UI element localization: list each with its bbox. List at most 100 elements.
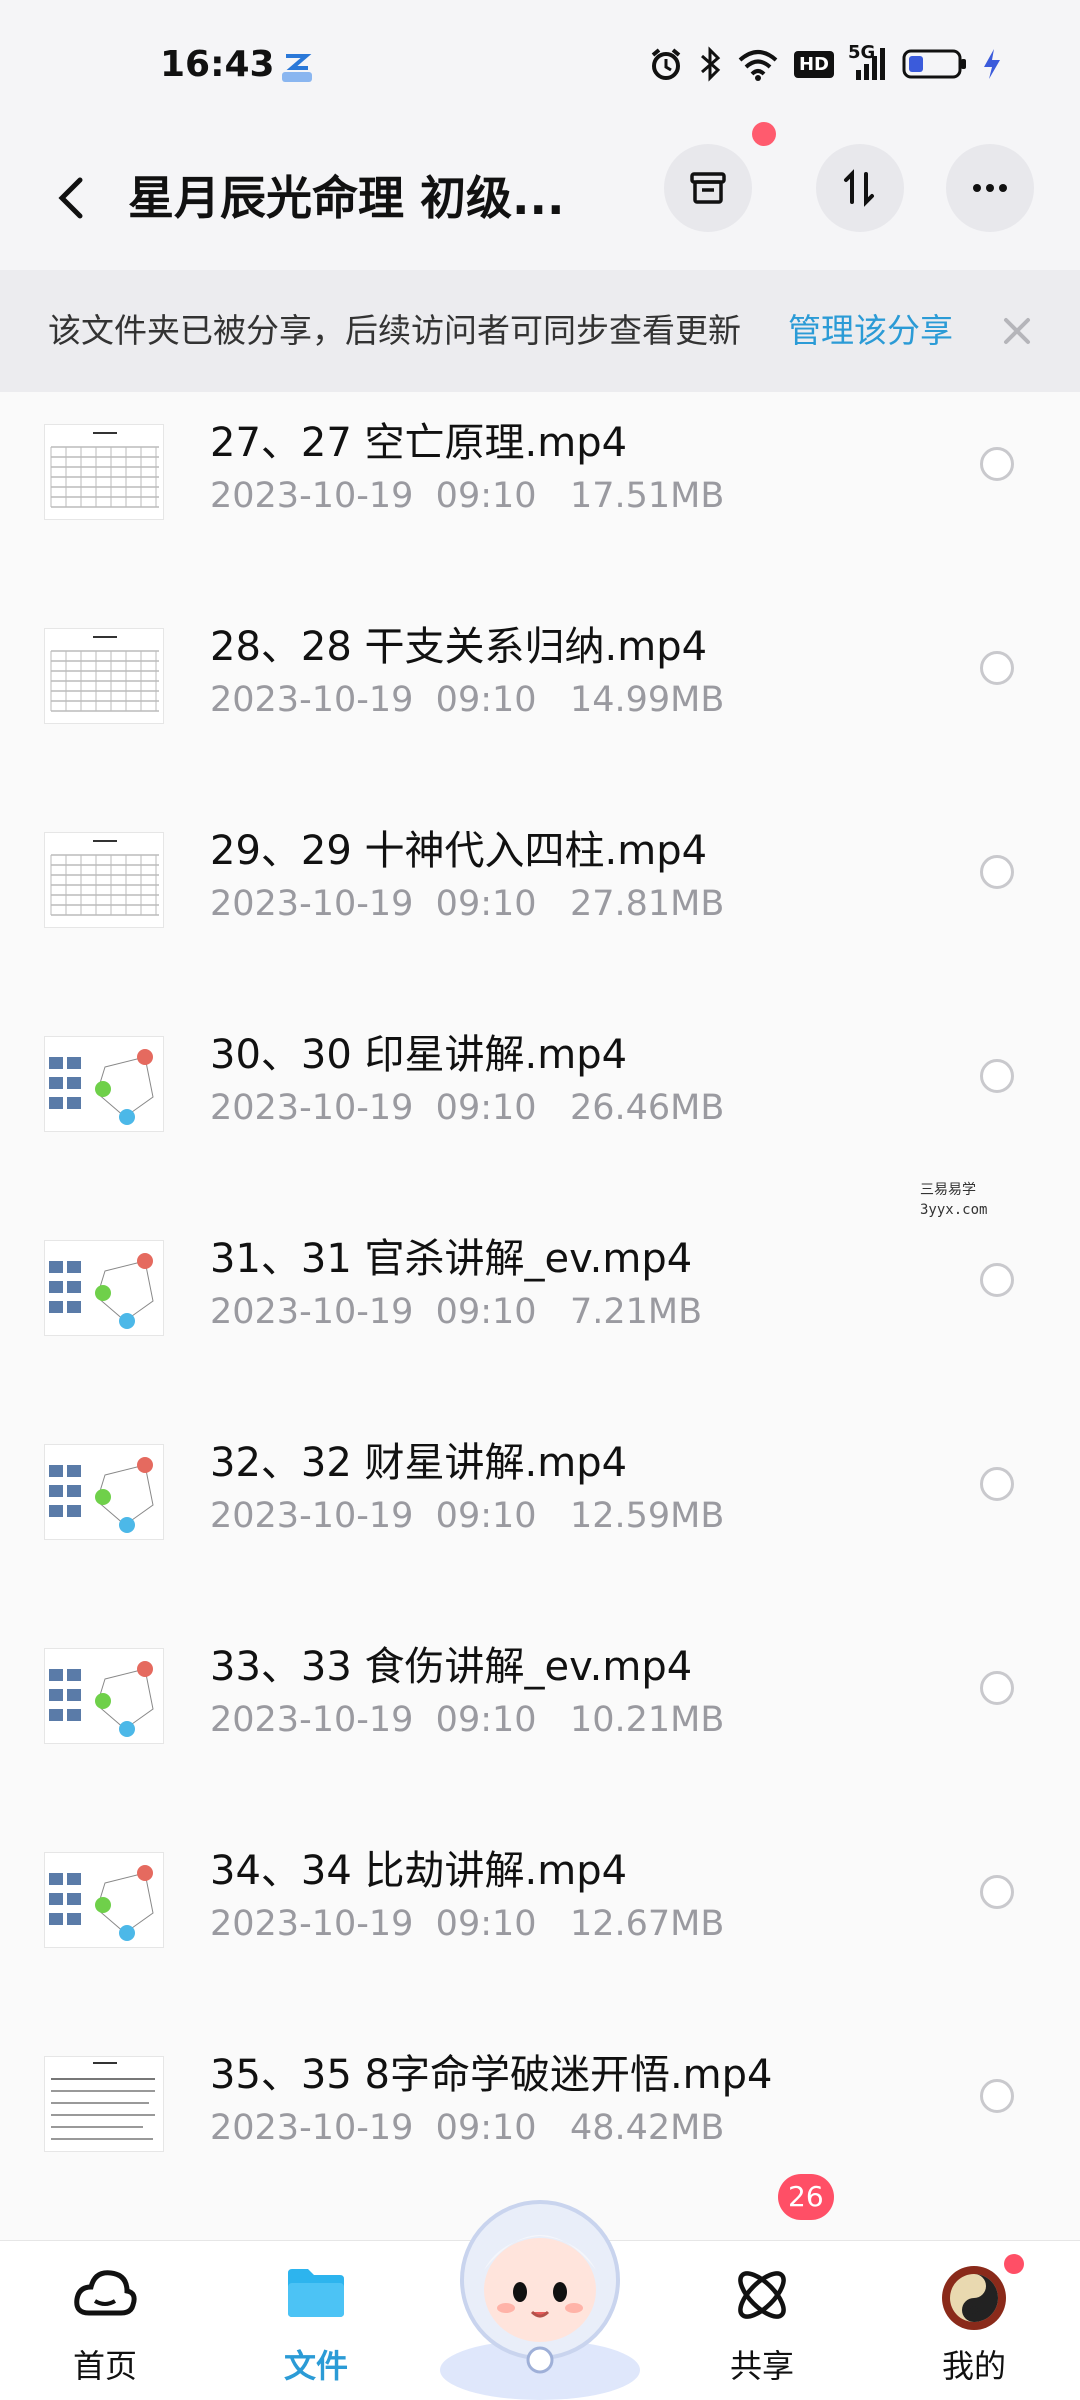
file-row[interactable]: 31、31 官杀讲解_ev.mp4 2023-10-19 09:10 7.21MB (0, 1208, 1080, 1412)
sort-button[interactable] (816, 144, 904, 232)
notification-dot (752, 122, 776, 146)
file-size: 12.67MB (569, 1904, 725, 1944)
file-meta: 2023-10-19 09:10 12.59MB (210, 1496, 724, 1536)
mascot-button[interactable] (430, 2170, 650, 2400)
file-name: 34、34 比劫讲解.mp4 (210, 1848, 628, 1894)
file-row[interactable]: 33、33 食伤讲解_ev.mp4 2023-10-19 09:10 10.21M… (0, 1616, 1080, 1820)
file-meta: 2023-10-19 09:10 26.46MB (210, 1088, 724, 1128)
file-meta: 2023-10-19 09:10 27.81MB (210, 884, 724, 924)
file-size: 10.21MB (569, 1700, 725, 1740)
file-date: 2023-10-19 (210, 1700, 414, 1740)
battery-icon (902, 48, 968, 80)
nav-files[interactable]: 文件 (236, 2241, 396, 2400)
select-checkbox[interactable] (980, 2079, 1014, 2113)
manage-share-link[interactable]: 管理该分享 (788, 270, 953, 392)
more-button[interactable] (946, 144, 1034, 232)
select-checkbox[interactable] (980, 1059, 1014, 1093)
wifi-icon (736, 46, 780, 82)
file-meta: 2023-10-19 09:10 7.21MB (210, 1292, 702, 1332)
file-row[interactable]: 32、32 财星讲解.mp4 2023-10-19 09:10 12.59MB (0, 1412, 1080, 1616)
file-thumbnail (44, 1444, 164, 1540)
nav-mine[interactable]: 我的 (894, 2241, 1054, 2400)
file-row[interactable]: 34、34 比劫讲解.mp4 2023-10-19 09:10 12.67MB (0, 1820, 1080, 2024)
folder-icon (288, 2269, 344, 2317)
nav-share[interactable]: 共享 (682, 2241, 842, 2400)
alarm-icon (648, 46, 684, 82)
file-date: 2023-10-19 (210, 680, 414, 720)
file-size: 48.42MB (569, 2108, 725, 2148)
file-thumbnail (44, 1036, 164, 1132)
select-checkbox[interactable] (980, 447, 1014, 481)
share-banner-text: 该文件夹已被分享，后续访问者可同步查看更新 (48, 311, 741, 350)
file-date: 2023-10-19 (210, 884, 414, 924)
mascot-icon (440, 2200, 640, 2400)
archive-button[interactable] (664, 144, 752, 232)
nav-mine-label: 我的 (941, 2347, 1006, 2385)
file-date: 2023-10-19 (210, 1088, 414, 1128)
watermark-line1: 三易易学 (920, 1182, 976, 1198)
file-meta: 2023-10-19 09:10 17.51MB (210, 476, 724, 516)
file-name: 33、33 食伤讲解_ev.mp4 (210, 1644, 693, 1690)
file-time: 09:10 (435, 680, 537, 720)
close-icon (1004, 318, 1030, 344)
avatar-icon (942, 2266, 1006, 2330)
nav-files-label: 文件 (283, 2347, 348, 2385)
file-time: 09:10 (435, 1904, 537, 1944)
hd-icon: HD (793, 50, 834, 78)
file-date: 2023-10-19 (210, 2108, 414, 2148)
file-size: 27.81MB (569, 884, 725, 924)
file-name: 32、32 财星讲解.mp4 (210, 1440, 628, 1486)
select-checkbox[interactable] (980, 1263, 1014, 1297)
file-thumbnail (44, 1240, 164, 1336)
select-checkbox[interactable] (980, 855, 1014, 889)
share-badge: 26 (778, 2174, 834, 2220)
file-date: 2023-10-19 (210, 1496, 414, 1536)
file-thumbnail (44, 2056, 164, 2152)
file-date: 2023-10-19 (210, 476, 414, 516)
file-thumbnail (44, 1648, 164, 1744)
file-name: 30、30 印星讲解.mp4 (210, 1032, 628, 1078)
back-icon (58, 177, 83, 219)
select-checkbox[interactable] (980, 1875, 1014, 1909)
nav-home[interactable]: 首页 (25, 2241, 185, 2400)
status-bar: 16:43 HD 5G (0, 0, 1080, 130)
sort-icon (844, 169, 874, 207)
file-size: 7.21MB (569, 1292, 703, 1332)
more-icon (973, 184, 1007, 192)
home-cloud-icon (74, 2270, 137, 2316)
charging-icon (982, 47, 1002, 81)
file-thumbnail (44, 832, 164, 928)
file-time: 09:10 (435, 1496, 537, 1536)
file-meta: 2023-10-19 09:10 12.67MB (210, 1904, 724, 1944)
share-atom-icon (738, 2271, 786, 2319)
file-row[interactable]: 30、30 印星讲解.mp4 2023-10-19 09:10 26.46MB (0, 1004, 1080, 1208)
file-size: 26.46MB (569, 1088, 725, 1128)
nav-home-label: 首页 (72, 2347, 137, 2385)
file-row[interactable]: 27、27 空亡原理.mp4 2023-10-19 09:10 17.51MB (0, 392, 1080, 596)
file-date: 2023-10-19 (210, 1904, 414, 1944)
file-size: 17.51MB (569, 476, 725, 516)
file-thumbnail (44, 1852, 164, 1948)
file-name: 31、31 官杀讲解_ev.mp4 (210, 1236, 693, 1282)
select-checkbox[interactable] (980, 1671, 1014, 1705)
file-row[interactable]: 29、29 十神代入四柱.mp4 2023-10-19 09:10 27.81MB (0, 800, 1080, 1004)
file-thumbnail (44, 424, 164, 520)
file-meta: 2023-10-19 09:10 14.99MB (210, 680, 724, 720)
file-size: 14.99MB (569, 680, 725, 720)
file-meta: 2023-10-19 09:10 10.21MB (210, 1700, 724, 1740)
nav-share-label: 共享 (729, 2347, 794, 2385)
file-time: 09:10 (435, 476, 537, 516)
file-name: 27、27 空亡原理.mp4 (210, 420, 628, 466)
file-name: 28、28 干支关系归纳.mp4 (210, 624, 708, 670)
file-date: 2023-10-19 (210, 1292, 414, 1332)
banner-close-button[interactable] (996, 310, 1038, 352)
share-banner: 该文件夹已被分享，后续访问者可同步查看更新 管理该分享 (0, 270, 1080, 392)
file-row[interactable]: 28、28 干支关系归纳.mp4 2023-10-19 09:10 14.99MB (0, 596, 1080, 800)
header: 星月辰光命理 初级... (0, 130, 1080, 270)
file-list[interactable]: 27、27 空亡原理.mp4 2023-10-19 09:10 17.51MB 28… (0, 392, 1080, 2240)
select-checkbox[interactable] (980, 651, 1014, 685)
select-checkbox[interactable] (980, 1467, 1014, 1501)
back-button[interactable] (44, 162, 104, 232)
file-name: 35、35 8字命学破迷开悟.mp4 (210, 2052, 773, 2098)
watermark-line2: 3yyx.com (920, 1202, 988, 1218)
